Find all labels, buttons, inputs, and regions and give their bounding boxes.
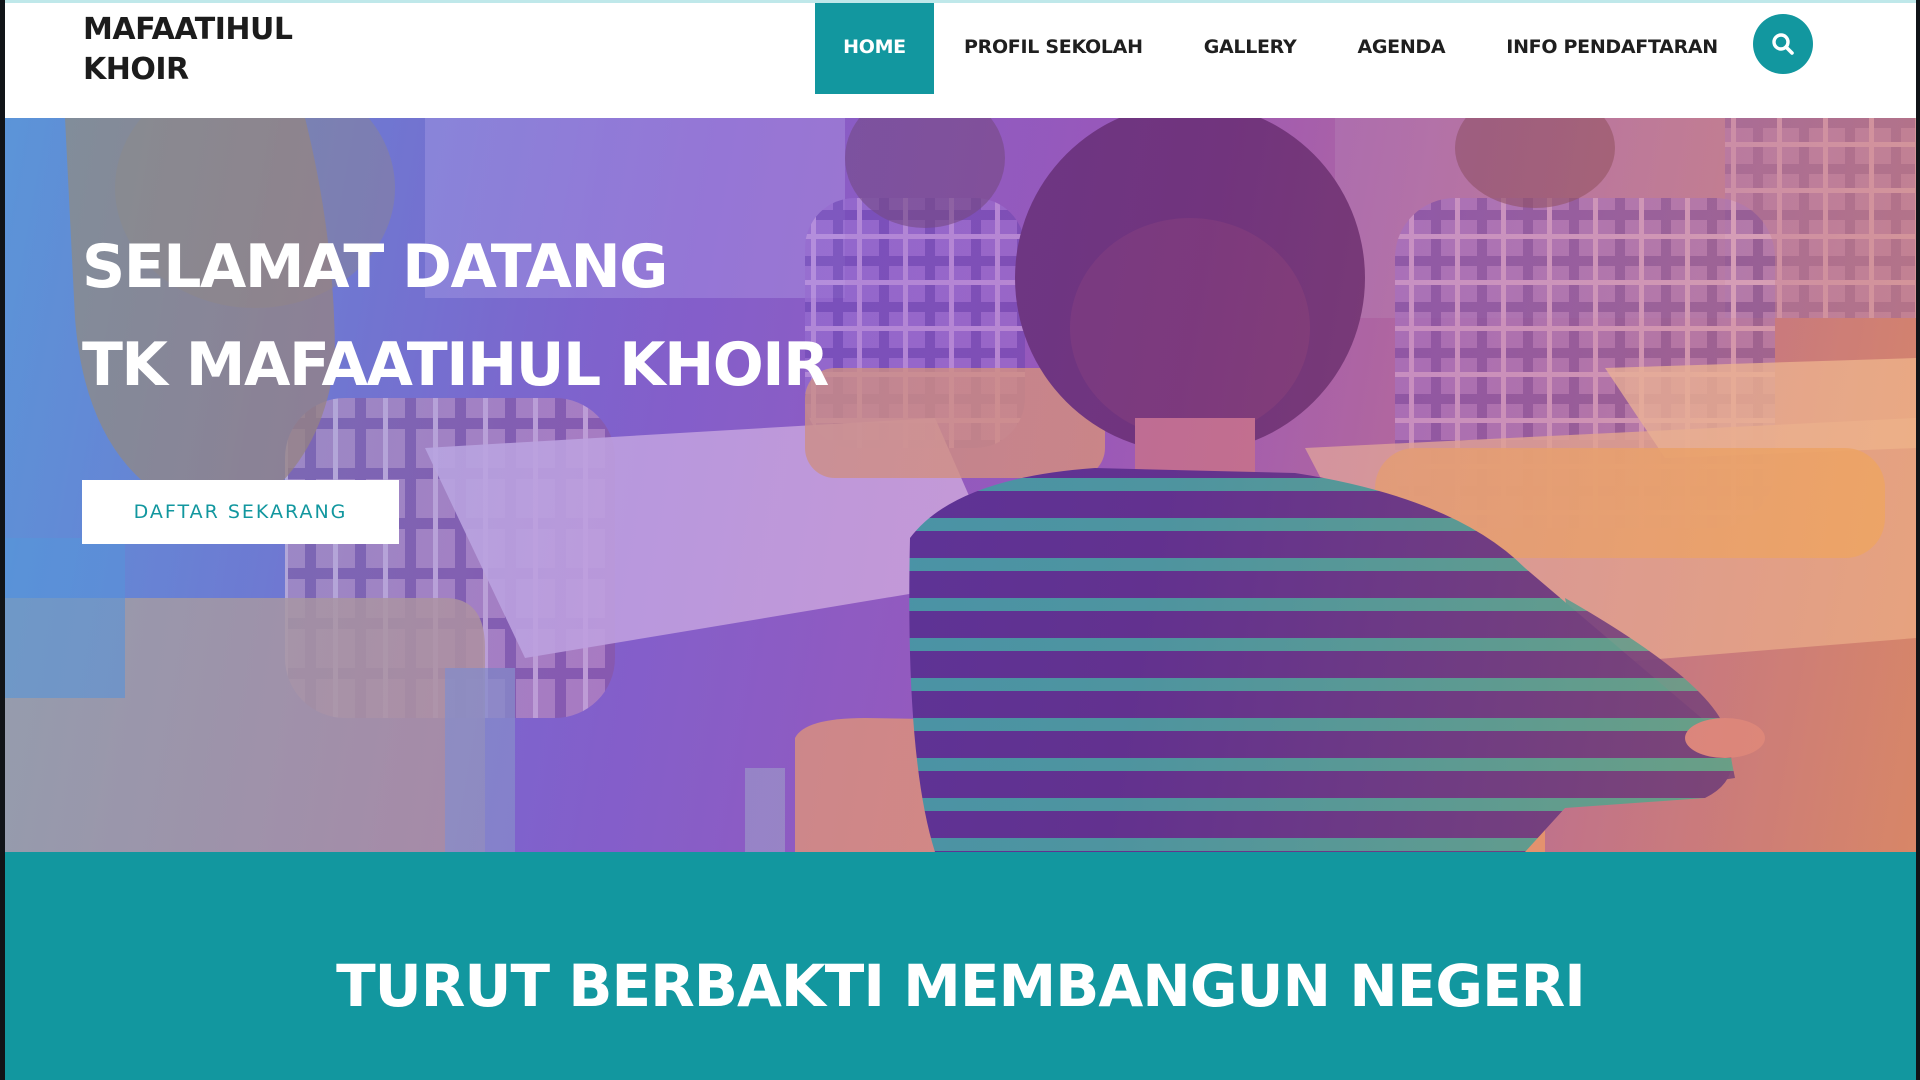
search-icon <box>1772 33 1794 55</box>
search-button[interactable] <box>1753 14 1813 74</box>
nav-info-pendaftaran[interactable]: INFO PENDAFTARAN <box>1506 0 1718 94</box>
nav-home[interactable]: HOME <box>815 0 934 94</box>
tagline-title: TURUT BERBAKTI MEMBANGUN NEGERI <box>336 952 1586 1020</box>
hero-title: SELAMAT DATANG TK MAFAATIHUL KHOIR <box>82 218 829 414</box>
hero-banner: SELAMAT DATANG TK MAFAATIHUL KHOIR DAFTA… <box>5 118 1916 852</box>
tagline-band: TURUT BERBAKTI MEMBANGUN NEGERI <box>5 852 1916 1080</box>
daftar-sekarang-button[interactable]: DAFTAR SEKARANG <box>82 480 399 544</box>
navbar: MAFAATIHUL KHOIR HOME PROFIL SEKOLAH GAL… <box>5 0 1916 118</box>
nav-agenda[interactable]: AGENDA <box>1357 0 1445 94</box>
page: MAFAATIHUL KHOIR HOME PROFIL SEKOLAH GAL… <box>0 0 1920 1080</box>
site-logo[interactable]: MAFAATIHUL KHOIR <box>83 10 323 90</box>
hero-title-line-2: TK MAFAATIHUL KHOIR <box>82 330 829 400</box>
logo-line-2: KHOIR <box>83 52 189 87</box>
logo-line-1: MAFAATIHUL <box>83 12 293 47</box>
left-border <box>0 0 5 1080</box>
top-edge <box>0 0 1920 3</box>
main-nav: HOME PROFIL SEKOLAH GALLERY AGENDA INFO … <box>815 0 1718 94</box>
nav-gallery[interactable]: GALLERY <box>1204 0 1297 94</box>
nav-profil-sekolah[interactable]: PROFIL SEKOLAH <box>964 0 1143 94</box>
right-border <box>1916 0 1920 1080</box>
hero-title-line-1: SELAMAT DATANG <box>82 232 668 302</box>
